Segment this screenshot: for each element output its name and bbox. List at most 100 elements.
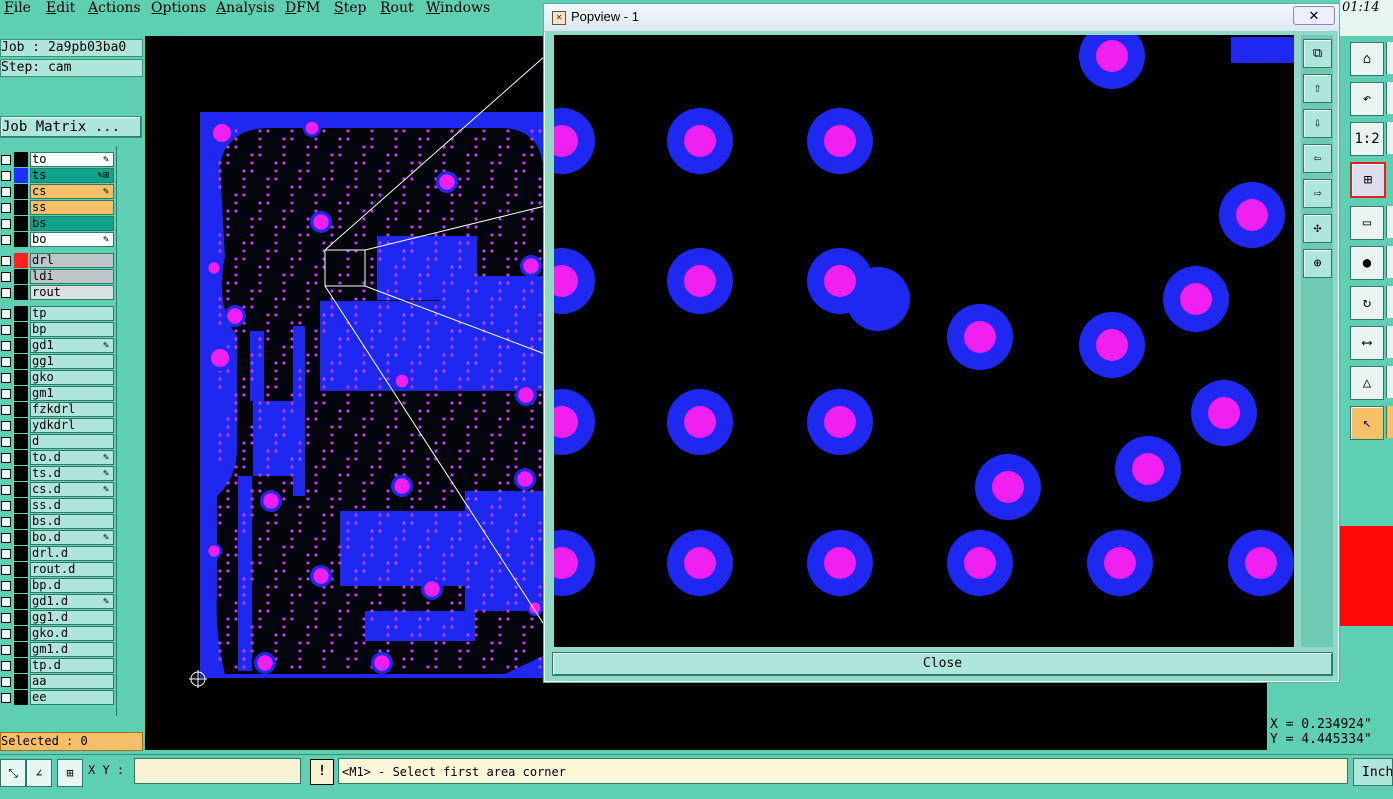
menu-dfm[interactable]: DFM <box>285 0 320 16</box>
layer-row-bs.d[interactable]: bs.d <box>0 514 114 529</box>
layer-row-gd1.d[interactable]: gd1.d ✎ <box>0 594 114 609</box>
layer-row-drl[interactable]: drl <box>0 253 114 268</box>
layer-swatch[interactable] <box>14 306 28 321</box>
layer-name[interactable]: bp.d <box>30 578 114 593</box>
layer-checkbox[interactable] <box>1 501 11 511</box>
menu-actions[interactable]: Actions <box>88 0 141 16</box>
layer-name[interactable]: bs <box>30 216 114 231</box>
layer-checkbox[interactable] <box>1 453 11 463</box>
layer-swatch[interactable] <box>14 658 28 673</box>
layer-name[interactable]: gd1.d ✎ <box>30 594 114 609</box>
layer-name[interactable]: gg1.d <box>30 610 114 625</box>
layer-name[interactable]: ydkdrl <box>30 418 114 433</box>
layer-checkbox[interactable] <box>1 171 11 181</box>
layer-name[interactable]: bs.d <box>30 514 114 529</box>
layer-name[interactable]: to.d ✎ <box>30 450 114 465</box>
layer-name[interactable]: tp <box>30 306 114 321</box>
layer-swatch[interactable] <box>14 200 28 215</box>
layer-checkbox[interactable] <box>1 437 11 447</box>
layer-row-fzkdrl[interactable]: fzkdrl <box>0 402 114 417</box>
layer-row-ldi[interactable]: ldi <box>0 269 114 284</box>
zoom-back-icon[interactable]: ↶ <box>1350 82 1384 116</box>
layer-swatch[interactable] <box>14 370 28 385</box>
layer-row-ts[interactable]: ts ✎⊞ <box>0 168 114 183</box>
layer-row-ydkdrl[interactable]: ydkdrl <box>0 418 114 433</box>
layer-row-gg1.d[interactable]: gg1.d <box>0 610 114 625</box>
layer-row-aa[interactable]: aa <box>0 674 114 689</box>
layer-checkbox[interactable] <box>1 373 11 383</box>
layer-name[interactable]: bp <box>30 322 114 337</box>
layer-checkbox[interactable] <box>1 581 11 591</box>
layer-checkbox[interactable] <box>1 693 11 703</box>
layer-row-gd1[interactable]: gd1 ✎ <box>0 338 114 353</box>
layer-name[interactable]: gko.d <box>30 626 114 641</box>
layer-swatch[interactable] <box>14 514 28 529</box>
layer-row-tp[interactable]: tp <box>0 306 114 321</box>
layer-checkbox[interactable] <box>1 341 11 351</box>
layer-name[interactable]: drl.d <box>30 546 114 561</box>
left-icon[interactable]: ⇦ <box>1303 144 1332 173</box>
layer-swatch[interactable] <box>14 546 28 561</box>
down-icon[interactable]: ⇩ <box>1303 109 1332 138</box>
layer-row-gko[interactable]: gko <box>0 370 114 385</box>
menu-analysis[interactable]: Analysis <box>216 0 275 16</box>
window-close-button[interactable]: ✕ <box>1293 6 1335 25</box>
layer-checkbox[interactable] <box>1 219 11 229</box>
layer-name[interactable]: ts ✎⊞ <box>30 168 114 183</box>
layer-checkbox[interactable] <box>1 421 11 431</box>
layer-swatch[interactable] <box>14 674 28 689</box>
layer-name[interactable]: fzkdrl <box>30 402 114 417</box>
up-icon[interactable]: ⇧ <box>1303 74 1332 103</box>
center-icon[interactable]: ⊕ <box>1303 249 1332 278</box>
layer-swatch[interactable] <box>14 498 28 513</box>
layer-row-tp.d[interactable]: tp.d <box>0 658 114 673</box>
layer-name[interactable]: rout <box>30 285 114 300</box>
layer-swatch[interactable] <box>14 466 28 481</box>
layer-row-ss.d[interactable]: ss.d <box>0 498 114 513</box>
zoom-fit-icon[interactable]: ✣ <box>1303 214 1332 243</box>
layer-row-gm1[interactable]: gm1 <box>0 386 114 401</box>
layer-name[interactable]: ldi <box>30 269 114 284</box>
layer-row-cs[interactable]: cs ✎ <box>0 184 114 199</box>
layer-name[interactable]: gm1 <box>30 386 114 401</box>
layer-checkbox[interactable] <box>1 485 11 495</box>
angle-icon[interactable]: ∠ <box>26 759 52 787</box>
layer-checkbox[interactable] <box>1 629 11 639</box>
layer-row-bo[interactable]: bo ✎ <box>0 232 114 247</box>
layer-name[interactable]: ee <box>30 690 114 705</box>
layer-checkbox[interactable] <box>1 533 11 543</box>
layer-checkbox[interactable] <box>1 613 11 623</box>
layer-swatch[interactable] <box>14 434 28 449</box>
layer-checkbox[interactable] <box>1 405 11 415</box>
layer-swatch[interactable] <box>14 168 28 183</box>
layer-checkbox[interactable] <box>1 325 11 335</box>
layer-checkbox[interactable] <box>1 288 11 298</box>
snap-icon[interactable]: ⤡ <box>0 759 26 787</box>
job-matrix-button[interactable]: Job Matrix ... <box>0 116 142 138</box>
popview-titlebar[interactable]: ✕ Popview - 1 ✕ <box>544 4 1339 31</box>
rotate-icon[interactable]: ↻ <box>1350 286 1384 320</box>
layer-swatch[interactable] <box>14 562 28 577</box>
layer-checkbox[interactable] <box>1 597 11 607</box>
layers-icon[interactable]: ⊞ <box>1350 162 1386 198</box>
layer-swatch[interactable] <box>14 285 28 300</box>
layer-checkbox[interactable] <box>1 565 11 575</box>
layer-name[interactable]: cs ✎ <box>30 184 114 199</box>
layer-row-gko.d[interactable]: gko.d <box>0 626 114 641</box>
layer-swatch[interactable] <box>14 232 28 247</box>
layer-name[interactable]: gm1.d <box>30 642 114 657</box>
layer-swatch[interactable] <box>14 626 28 641</box>
layer-checkbox[interactable] <box>1 155 11 165</box>
layer-row-bs[interactable]: bs <box>0 216 114 231</box>
layer-name[interactable]: tp.d <box>30 658 114 673</box>
pointer-icon[interactable]: ↖ <box>1350 406 1384 440</box>
layer-checkbox[interactable] <box>1 677 11 687</box>
layer-swatch[interactable] <box>14 184 28 199</box>
message-button[interactable]: ! <box>310 759 334 785</box>
fit-icon[interactable]: ⟷ <box>1350 326 1384 360</box>
layer-swatch[interactable] <box>14 322 28 337</box>
layer-checkbox[interactable] <box>1 203 11 213</box>
layer-name[interactable]: ss <box>30 200 114 215</box>
layer-swatch[interactable] <box>14 354 28 369</box>
layer-row-ee[interactable]: ee <box>0 690 114 705</box>
